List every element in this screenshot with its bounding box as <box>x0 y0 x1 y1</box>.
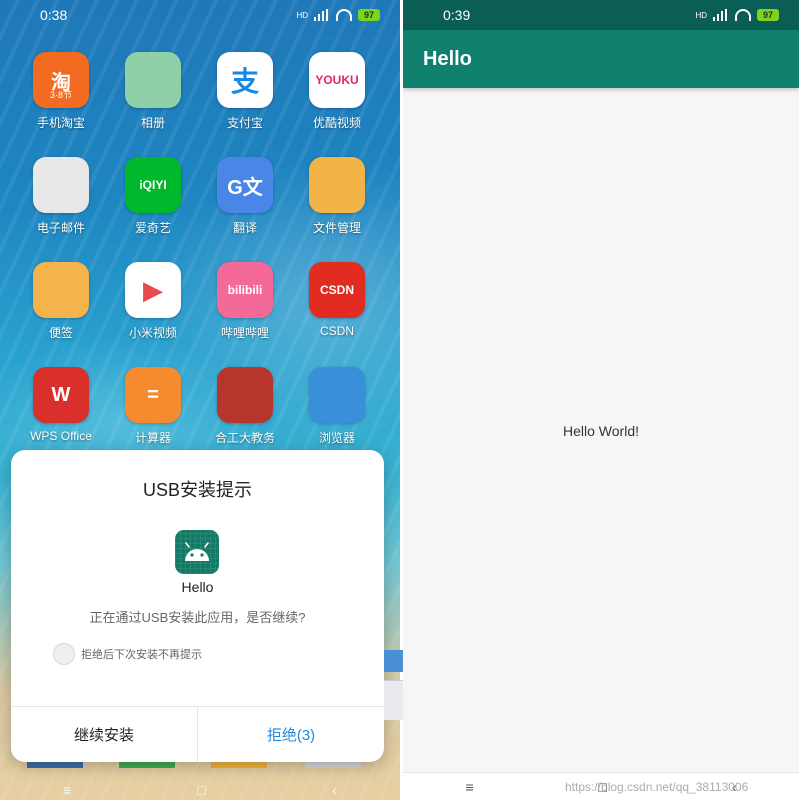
app-folder[interactable]: 文件管理 <box>291 157 383 236</box>
folder-icon <box>309 157 365 213</box>
app-label: 支付宝 <box>226 116 263 130</box>
app-mi-video[interactable]: ▶ 小米视频 <box>107 262 199 341</box>
app-label: 小米视频 <box>128 326 177 340</box>
calculator-icon: = <box>125 367 181 423</box>
signal-icon <box>713 9 729 21</box>
hd-label: HD <box>296 10 308 20</box>
alipay-icon: 支 <box>217 52 273 108</box>
app-calculator[interactable]: = 计算器 <box>107 367 199 446</box>
gallery-icon <box>125 52 181 108</box>
status-bar: 0:38 HD 97 <box>0 0 400 30</box>
left-phone-screen: 0:38 HD 97 淘 3·8节 手机淘宝 相册支支付宝 YOUKU 优酷视频 电子邮件 i… <box>0 0 400 800</box>
battery-icon: 97 <box>358 9 380 21</box>
app-wps[interactable]: W WPS Office <box>15 367 107 446</box>
hd-label: HD <box>695 10 707 20</box>
app-badge-text: 3·8节 <box>49 90 72 100</box>
dialog-title: USB安装提示 <box>142 480 252 500</box>
app-label: 浏览器 <box>318 431 355 445</box>
mi-video-icon: ▶ <box>125 262 181 318</box>
app-toolbar-title: Hello <box>423 47 472 70</box>
dialog-button-bar: 继续安装 拒绝(3) <box>11 706 384 762</box>
app-label: 手机淘宝 <box>36 116 85 130</box>
app-label: 文件管理 <box>312 221 361 235</box>
status-time: 0:39 <box>443 7 471 23</box>
app-label: 翻译 <box>232 221 257 235</box>
app-csdn[interactable]: CSDN CSDN <box>291 262 383 341</box>
app-alipay[interactable]: 支支付宝 <box>199 52 291 131</box>
wifi-icon <box>336 9 352 21</box>
app-label: 哔哩哔哩 <box>220 326 269 340</box>
app-university[interactable]: 合工大教务 <box>199 367 291 446</box>
background-window-fragment-gray <box>384 680 404 720</box>
background-window-fragment-blue <box>384 650 404 672</box>
app-youku[interactable]: YOUKU 优酷视频 <box>291 52 383 131</box>
background-window-strip <box>384 650 404 720</box>
app-label: WPS Office <box>30 429 92 443</box>
app-mail[interactable]: 电子邮件 <box>15 157 107 236</box>
app-label: CSDN <box>319 324 354 338</box>
app-label: 爱奇艺 <box>134 221 171 235</box>
app-gallery[interactable]: 相册 <box>107 52 199 131</box>
back-icon[interactable]: ‹ <box>332 782 337 798</box>
watermark-url: https://blog.csdn.net/qq_38113006 <box>565 780 749 794</box>
csdn-icon: CSDN <box>309 262 365 318</box>
navigation-bar: ≡ □ ‹ <box>0 780 400 800</box>
wps-icon: W <box>33 367 89 423</box>
dialog-app-name: Hello <box>181 579 214 595</box>
signal-icon <box>314 9 330 21</box>
right-phone-screen: 0:39 HD 97 Hello Hello World! ≡ □ ‹ <box>403 0 799 800</box>
app-label: 合工大教务 <box>214 431 275 445</box>
wifi-icon <box>735 9 751 21</box>
app-grid: 淘 3·8节 手机淘宝 相册支支付宝 YOUKU 优酷视频 电子邮件 iQIYI 爱奇艺 G文 翻译… <box>15 52 385 446</box>
translate-icon: G文 <box>217 157 273 213</box>
iqiyi-icon: iQIYI <box>125 157 181 213</box>
bilibili-icon: bilibili <box>217 262 273 318</box>
hello-world-text: Hello World! <box>563 423 639 439</box>
menu-icon[interactable]: ≡ <box>465 779 473 795</box>
app-label: 计算器 <box>134 431 171 445</box>
continue-install-button[interactable]: 继续安装 <box>11 707 198 762</box>
app-bilibili[interactable]: bilibili 哔哩哔哩 <box>199 262 291 341</box>
app-label: 相册 <box>140 116 165 130</box>
dont-ask-again-label: 拒绝后下次安装不再提示 <box>81 649 202 661</box>
app-iqiyi[interactable]: iQIYI 爱奇艺 <box>107 157 199 236</box>
browser-icon <box>309 367 365 423</box>
app-translate[interactable]: G文翻译 <box>199 157 291 236</box>
home-icon[interactable]: □ <box>198 782 206 798</box>
app-label: 优酷视频 <box>312 116 361 130</box>
status-bar: 0:39 HD 97 <box>403 0 799 30</box>
dont-ask-again-row[interactable]: 拒绝后下次安装不再提示 <box>53 643 202 665</box>
mail-icon <box>33 157 89 213</box>
app-toolbar: Hello <box>403 30 799 88</box>
dialog-message: 正在通过USB安装此应用，是否继续? <box>89 610 306 625</box>
app-notes[interactable]: 便签 <box>15 262 107 341</box>
notes-icon <box>33 262 89 318</box>
dont-ask-again-checkbox[interactable] <box>53 643 75 665</box>
android-app-icon <box>175 530 219 574</box>
youku-icon: YOUKU <box>309 52 365 108</box>
app-taobao[interactable]: 淘 3·8节 手机淘宝 <box>15 52 107 131</box>
battery-icon: 97 <box>757 9 779 21</box>
university-icon <box>217 367 273 423</box>
app-label: 电子邮件 <box>36 221 85 235</box>
app-label: 便签 <box>48 326 73 340</box>
app-browser[interactable]: 浏览器 <box>291 367 383 446</box>
reject-button[interactable]: 拒绝(3) <box>198 707 384 762</box>
status-time: 0:38 <box>40 7 68 23</box>
menu-icon[interactable]: ≡ <box>63 782 71 798</box>
usb-install-dialog: USB安装提示 Hello 正在通过USB安装此应用，是否继续? 拒绝后下次安装… <box>11 450 384 762</box>
